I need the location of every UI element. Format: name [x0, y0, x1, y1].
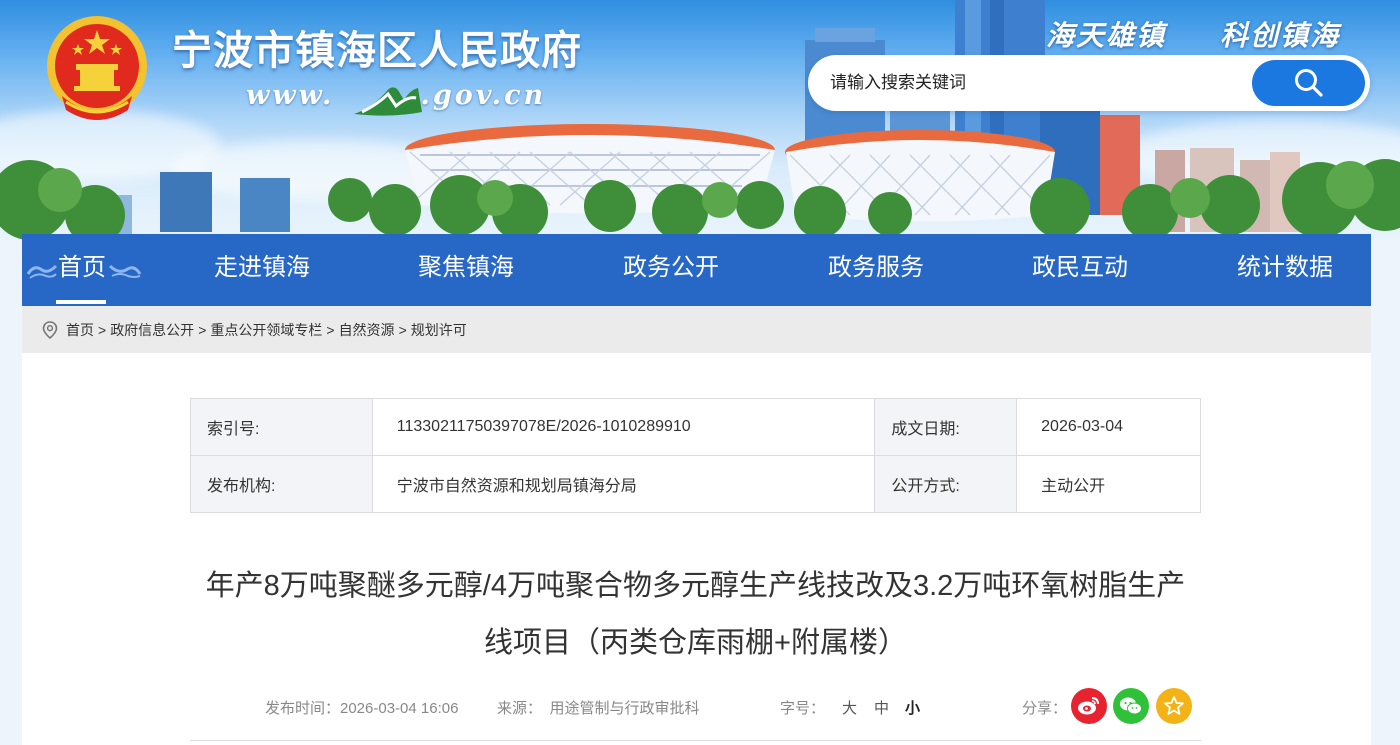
- nav-item-jujiao-zhenhai[interactable]: 聚焦镇海: [396, 234, 536, 306]
- publish-time: 发布时间：2026-03-04 16:06: [265, 700, 459, 717]
- share-weibo-button[interactable]: [1071, 688, 1107, 724]
- nav-item-zhengwu-gongkai[interactable]: 政务公开: [601, 234, 741, 306]
- zh-logo-icon: [354, 87, 422, 116]
- table-row: 发布机构: 宁波市自然资源和规划局镇海分局 公开方式: 主动公开: [190, 455, 1201, 513]
- document-meta-table: 索引号: 11330211750397078E/2026-1010289910 …: [190, 398, 1201, 513]
- nav-item-zhengmin-hudong[interactable]: 政民互动: [1010, 234, 1150, 306]
- source: 来源： 用途管制与行政审批科: [497, 700, 700, 717]
- date-label: 成文日期:: [874, 398, 1018, 456]
- font-size-medium-button[interactable]: 中: [874, 697, 889, 718]
- divider: [190, 740, 1201, 741]
- weibo-icon: [1078, 697, 1099, 715]
- breadcrumb-separator: >: [326, 321, 335, 338]
- slogan-left: 海天雄镇: [1046, 19, 1167, 52]
- article-content: 索引号: 11330211750397078E/2026-1010289910 …: [22, 353, 1371, 745]
- table-row: 索引号: 11330211750397078E/2026-1010289910 …: [190, 398, 1201, 456]
- date-value: 2026-03-04: [1016, 398, 1201, 456]
- nav-item-zhengwu-fuwu[interactable]: 政务服务: [806, 234, 946, 306]
- breadcrumb-planning-permit[interactable]: 规划许可: [411, 320, 467, 340]
- site-url-suffix: .gov.cn: [420, 80, 547, 111]
- site-url-prefix: www.: [246, 80, 335, 111]
- wave-decoration-icon: [108, 264, 142, 278]
- site-title: 宁波市镇海区人民政府: [172, 27, 582, 74]
- org-label: 发布机构:: [190, 455, 373, 513]
- nav-item-zouijn-zhenhai[interactable]: 走进镇海: [192, 234, 332, 306]
- breadcrumb: 首页 > 政府信息公开 > 重点公开领域专栏 > 自然资源 > 规划许可: [22, 306, 1371, 353]
- search-icon: [1294, 69, 1323, 97]
- location-pin-icon: [42, 320, 58, 339]
- share-label: 分享：: [1022, 700, 1068, 717]
- star-icon: [1164, 696, 1184, 715]
- breadcrumb-home[interactable]: 首页: [66, 320, 94, 340]
- font-size-small-button[interactable]: 小: [905, 697, 920, 718]
- nav-item-tongji-shuju[interactable]: 统计数据: [1215, 234, 1355, 306]
- index-value: 11330211750397078E/2026-1010289910: [371, 398, 876, 456]
- font-size-label: 字号：: [780, 700, 826, 717]
- publish-info-row: 发布时间：2026-03-04 16:06 来源： 用途管制与行政审批科 字号：…: [265, 695, 1067, 719]
- share-favorite-button[interactable]: [1156, 688, 1192, 724]
- wechat-icon: [1120, 697, 1142, 715]
- article-title-line-2: 线项目（丙类仓库雨棚+附属楼）: [484, 627, 907, 659]
- font-size-large-button[interactable]: 大: [842, 697, 857, 718]
- search-input[interactable]: [830, 69, 1230, 97]
- nav-active-indicator: [56, 300, 106, 304]
- mode-label: 公开方式:: [874, 455, 1018, 513]
- breadcrumb-separator: >: [398, 321, 407, 338]
- slogan-right: 科创镇海: [1220, 19, 1341, 52]
- breadcrumb-natural-resources[interactable]: 自然资源: [339, 320, 395, 340]
- breadcrumb-gov-info[interactable]: 政府信息公开: [110, 320, 194, 340]
- main-nav: 首页 走进镇海 聚焦镇海 政务公开 政务服务 政民互动 统计数据: [22, 234, 1371, 306]
- org-value: 宁波市自然资源和规划局镇海分局: [371, 455, 876, 513]
- breadcrumb-key-areas[interactable]: 重点公开领域专栏: [210, 320, 322, 340]
- breadcrumb-separator: >: [198, 321, 207, 338]
- search-button[interactable]: [1252, 60, 1365, 106]
- article-title-line-1: 年产8万吨聚醚多元醇/4万吨聚合物多元醇生产线技改及3.2万吨环氧树脂生产: [205, 570, 1186, 602]
- article-title: 年产8万吨聚醚多元醇/4万吨聚合物多元醇生产线技改及3.2万吨环氧树脂生产 线项…: [190, 558, 1201, 672]
- breadcrumb-separator: >: [98, 321, 107, 338]
- mode-value: 主动公开: [1016, 455, 1201, 513]
- national-emblem-icon: [47, 16, 147, 120]
- share-wechat-button[interactable]: [1113, 688, 1149, 724]
- header-banner: 宁波市镇海区人民政府 www. .gov.cn 海天雄镇 科创镇海: [0, 0, 1400, 240]
- search-box: [808, 55, 1370, 111]
- index-label: 索引号:: [190, 398, 373, 456]
